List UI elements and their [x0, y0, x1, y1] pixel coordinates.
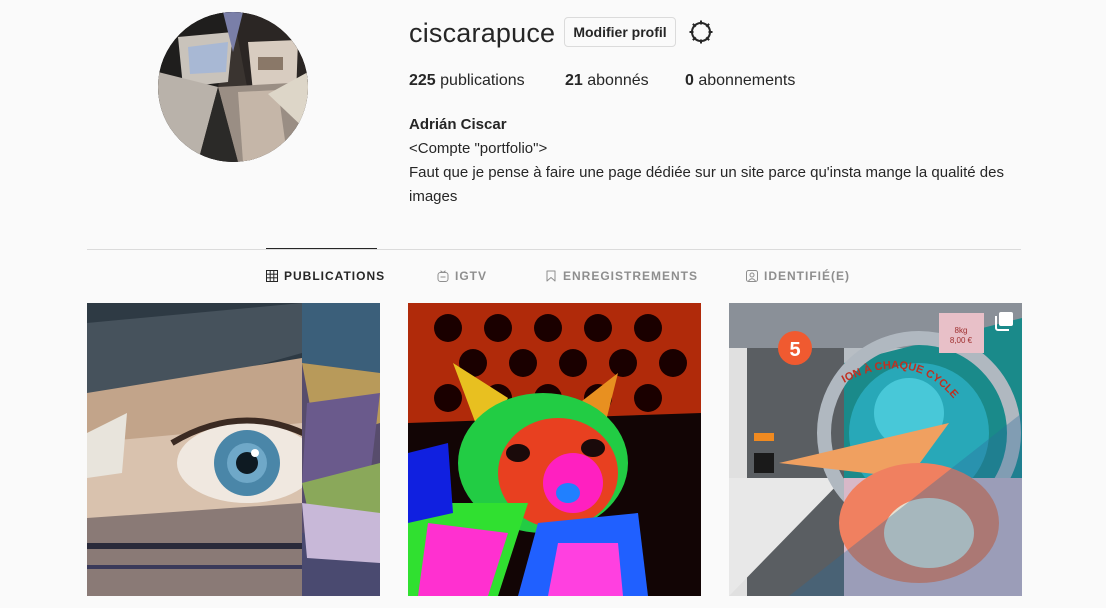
- bio-line-1: <Compte "portfolio">: [409, 140, 548, 157]
- edit-profile-button[interactable]: Modifier profil: [564, 17, 676, 47]
- profile-bio: Adrián Ciscar <Compte "portfolio"> Faut …: [409, 113, 1029, 209]
- tab-publications-label: PUBLICATIONS: [284, 269, 386, 283]
- post-image-cat: [408, 303, 701, 596]
- post-thumbnail-2[interactable]: [408, 303, 701, 596]
- username: ciscarapuce: [409, 18, 556, 48]
- tab-igtv-label: IGTV: [455, 269, 488, 283]
- igtv-icon: [437, 270, 449, 282]
- active-tab-indicator: [266, 248, 377, 249]
- stat-following[interactable]: 0 abonnements: [685, 72, 795, 90]
- avatar-image: [158, 12, 308, 162]
- tab-publications[interactable]: PUBLICATIONS: [266, 269, 385, 283]
- full-name: Adrián Ciscar: [409, 116, 507, 133]
- tabs-divider: [87, 249, 1021, 250]
- tab-saved[interactable]: ENREGISTREMENTS: [545, 269, 698, 283]
- stat-publications: 225 publications: [409, 72, 525, 90]
- tab-tagged[interactable]: IDENTIFIÉ(E): [746, 269, 850, 283]
- price-line-1: 8kg: [955, 326, 968, 335]
- stat-followers[interactable]: 21 abonnés: [565, 72, 649, 90]
- post-thumbnail-3[interactable]: 8kg 8,00 € 5 ION À CHAQUE CYCLE: [729, 303, 1022, 596]
- bio-line-2: Faut que je pense à faire une page dédié…: [409, 164, 1004, 205]
- tab-saved-label: ENREGISTREMENTS: [563, 269, 699, 283]
- badge-number: 5: [789, 339, 800, 361]
- followers-label: abonnés: [582, 72, 649, 89]
- tab-tagged-label: IDENTIFIÉ(E): [764, 269, 850, 283]
- grid-icon: [266, 270, 278, 282]
- tagged-icon: [746, 270, 758, 282]
- publications-label: publications: [435, 72, 525, 89]
- followers-count: 21: [565, 72, 583, 89]
- tab-igtv[interactable]: IGTV: [437, 269, 487, 283]
- profile-avatar[interactable]: [158, 12, 308, 162]
- following-count: 0: [685, 72, 694, 89]
- price-line-2: 8,00 €: [950, 336, 973, 345]
- carousel-icon: [995, 312, 1013, 331]
- publications-count: 225: [409, 72, 436, 89]
- gear-icon[interactable]: [688, 19, 714, 45]
- following-label: abonnements: [693, 72, 796, 89]
- post-thumbnail-1[interactable]: [87, 303, 380, 596]
- post-image-washing-machine: 8kg 8,00 € 5 ION À CHAQUE CYCLE: [729, 303, 1022, 596]
- post-image-eye: [87, 303, 380, 596]
- bookmark-icon: [546, 270, 556, 282]
